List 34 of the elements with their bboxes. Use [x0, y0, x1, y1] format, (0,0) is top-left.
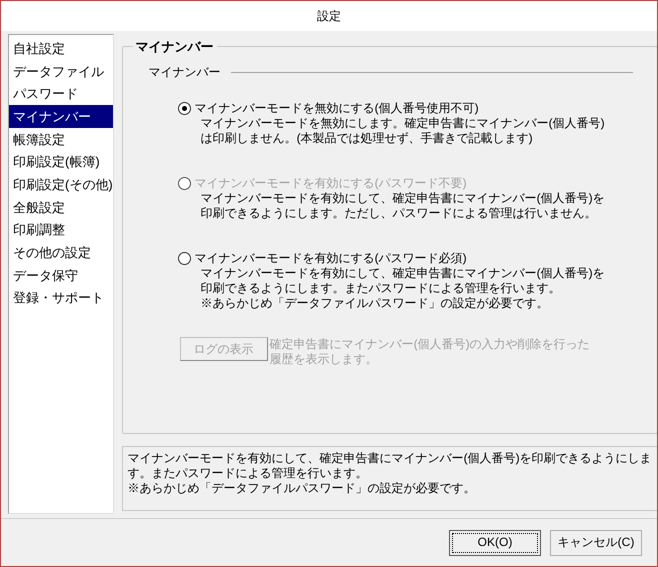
radio-label: マイナンバーモードを有効にする(パスワード必須) [194, 251, 467, 266]
sidebar-item[interactable]: その他の設定 [9, 241, 113, 264]
option-description: 印刷できるようにします。ただし、パスワードによる管理は行いません。 [200, 206, 598, 221]
radio-button[interactable] [178, 252, 191, 265]
option-description: ※あらかじめ「データファイルパスワード」の設定が必要です。 [200, 296, 550, 311]
sidebar-item[interactable]: 印刷調整 [9, 218, 113, 242]
radio-label: マイナンバーモードを有効にする(パスワード不要) [194, 176, 467, 191]
help-text: マイナンバーモードを有効にして、確定申告書にマイナンバー(個人番号)を印刷できるようにしま [128, 451, 652, 466]
window-title: 設定 [317, 8, 341, 24]
radio-button[interactable] [178, 102, 191, 115]
sidebar-item[interactable]: 印刷設定(帳簿) [9, 150, 113, 174]
sidebar-item[interactable]: 印刷設定(その他) [9, 173, 113, 196]
sidebar-item[interactable]: マイナンバー [9, 105, 113, 128]
option-description: マイナンバーモードを有効にして、確定申告書にマイナンバー(個人番号)を [200, 191, 606, 206]
ok-button[interactable]: OK(O) [449, 530, 541, 556]
option-description: 印刷できるようにします。またパスワードによる管理を行います。 [200, 281, 562, 296]
group-title: マイナンバー [132, 39, 217, 54]
radio-label: マイナンバーモードを無効にする(個人番号使用不可) [194, 101, 479, 116]
option-description: は印刷しません。(本製品では処理せず、手書きで記載します) [200, 131, 534, 146]
log-description: 履歴を表示します。 [270, 352, 379, 367]
help-text: ※あらかじめ「データファイルパスワード」の設定が必要です。 [128, 481, 477, 496]
help-text: す。またパスワードによる管理を行います。 [128, 466, 369, 481]
option-description: マイナンバーモードを無効にします。確定申告書にマイナンバー(個人番号) [200, 116, 606, 131]
sidebar-item[interactable]: パスワード [9, 82, 113, 106]
option-description: マイナンバーモードを有効にして、確定申告書にマイナンバー(個人番号)を [200, 266, 606, 281]
sidebar-item[interactable]: データ保守 [9, 264, 113, 287]
sidebar-item[interactable]: 帳簿設定 [9, 128, 113, 150]
sidebar-item[interactable]: 自社設定 [9, 37, 113, 60]
sidebar-item[interactable]: 全般設定 [9, 196, 113, 218]
sidebar-item[interactable]: 登録・サポート [9, 286, 113, 310]
section-label: マイナンバー [148, 65, 221, 80]
cancel-button[interactable]: キャンセル(C) [550, 530, 642, 556]
sidebar-item[interactable]: データファイル [9, 60, 113, 82]
log-description: 確定申告書にマイナンバー(個人番号)の入力や削除を行った [270, 337, 590, 352]
